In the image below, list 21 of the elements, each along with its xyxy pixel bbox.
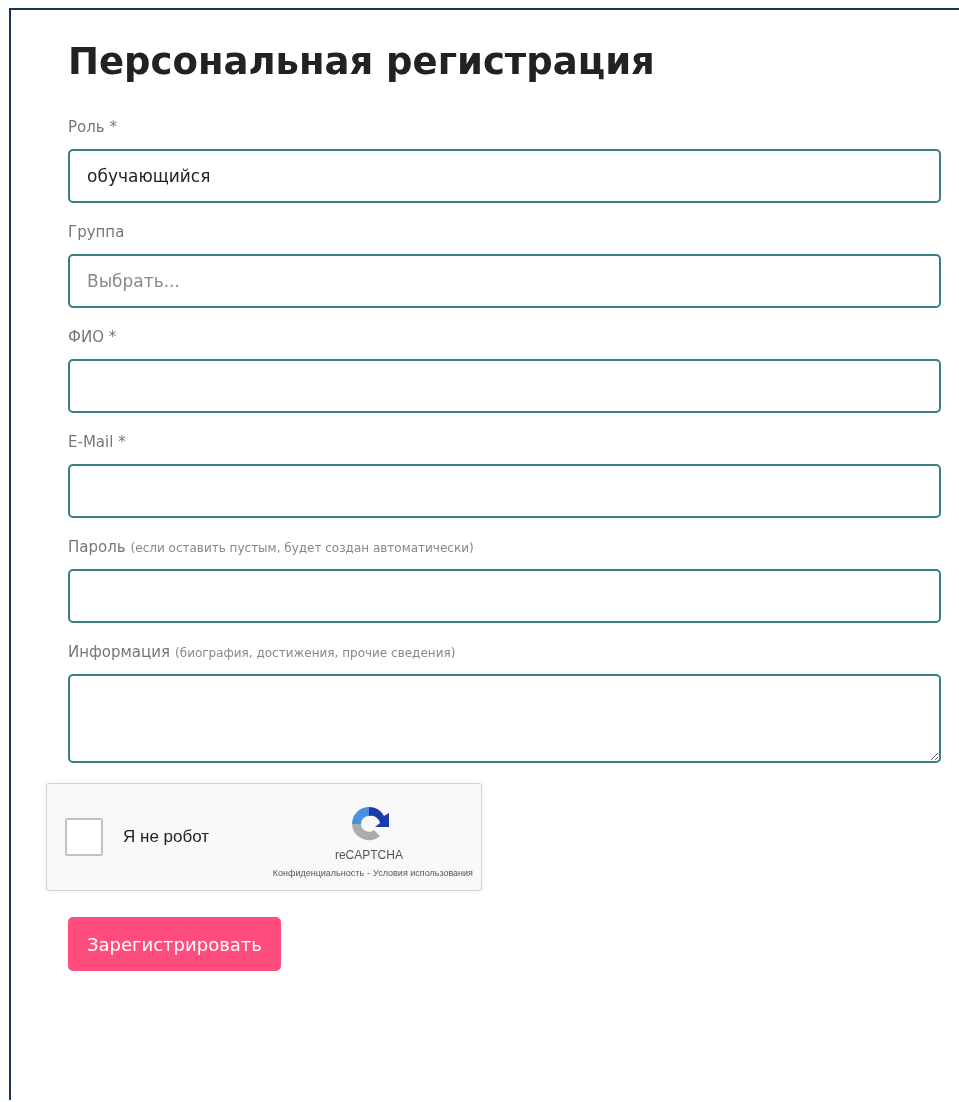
field-label: E-Mail * bbox=[68, 433, 126, 452]
checkbox-label: Я не робот bbox=[123, 827, 211, 848]
field-label: Группа bbox=[68, 223, 125, 242]
field-label: Роль * bbox=[68, 118, 117, 137]
text-field[interactable] bbox=[68, 569, 941, 624]
text-field[interactable]: Выбрать... bbox=[68, 254, 941, 309]
text-field[interactable]: обучающийся bbox=[68, 149, 941, 204]
field-label: Информация bbox=[68, 643, 171, 662]
page-title: Персональная регистрация bbox=[68, 40, 656, 85]
field-label: ФИО * bbox=[68, 328, 117, 347]
text-area[interactable] bbox=[68, 674, 941, 764]
text-field[interactable] bbox=[68, 359, 941, 414]
text-field[interactable] bbox=[68, 464, 941, 519]
checkbox[interactable] bbox=[65, 818, 103, 857]
separator-text: - bbox=[367, 868, 371, 879]
privacy-link[interactable]: Конфиденциальность bbox=[272, 868, 365, 879]
field-label: Пароль bbox=[68, 538, 126, 557]
field-hint: (если оставить пустым, будет создан автоматически) bbox=[130, 541, 474, 556]
brand-label: reCAPTCHA bbox=[334, 848, 403, 863]
terms-link[interactable]: Условия использования bbox=[373, 868, 473, 879]
field-hint: (биография, достижения, прочие сведения) bbox=[175, 646, 456, 661]
